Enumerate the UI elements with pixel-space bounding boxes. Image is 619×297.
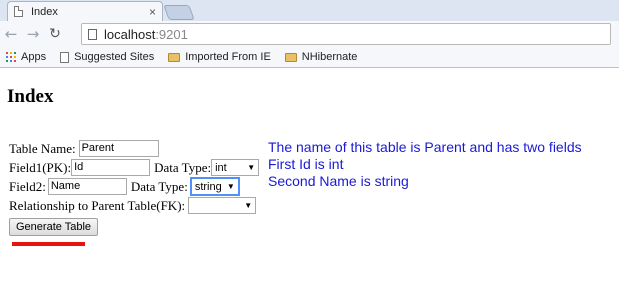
generate-table-button[interactable]: Generate Table	[9, 218, 99, 236]
field1-type-value: int	[215, 161, 227, 174]
bookmark-suggested-sites[interactable]: Suggested Sites	[60, 51, 154, 63]
note-line: First Id is int	[268, 156, 344, 172]
field2-row: Field2: Name Data Type: string ▼	[9, 177, 259, 196]
note-line: Second Name is string	[268, 173, 409, 189]
field2-input[interactable]: Name	[47, 178, 127, 195]
apps-dot	[14, 56, 16, 58]
field1-type-label: Data Type:	[154, 159, 212, 175]
table-name-label: Table Name:	[9, 140, 76, 156]
browser-chrome: Index × ← → ↻ localhost:9201 Apps Sugges…	[0, 0, 619, 68]
new-tab-button[interactable]	[163, 5, 195, 20]
page-icon	[14, 6, 23, 17]
field1-input[interactable]: Id	[71, 159, 151, 176]
relationship-label: Relationship to Parent Table(FK):	[9, 197, 186, 213]
apps-dot	[6, 56, 8, 58]
chevron-down-icon: ▼	[226, 182, 235, 191]
table-form: Table Name: Parent Field1(PK): Id Data T…	[9, 139, 260, 236]
field2-type-label: Data Type:	[130, 178, 188, 194]
page-content: Index Table Name: Parent Field1(PK): Id …	[0, 68, 619, 297]
table-name-input[interactable]: Parent	[78, 140, 159, 157]
apps-dot	[6, 52, 8, 54]
apps-dot	[10, 56, 12, 58]
bookmark-label: NHibernate	[301, 51, 358, 63]
bookmark-nhibernate[interactable]: NHibernate	[284, 51, 358, 63]
back-arrow-icon[interactable]: ←	[0, 23, 22, 45]
apps-dot	[6, 60, 8, 62]
apps-dot	[10, 52, 12, 54]
tab-title: Index	[31, 5, 58, 18]
field1-row: Field1(PK): Id Data Type: int ▼	[9, 158, 260, 177]
bookmark-label: Apps	[21, 51, 47, 63]
field2-label: Field2:	[9, 178, 46, 194]
apps-grid-icon	[6, 52, 16, 62]
relationship-select[interactable]: ▼	[188, 197, 257, 214]
folder-icon	[284, 52, 297, 62]
bookmark-label: Suggested Sites	[74, 51, 155, 63]
url-port: :9201	[155, 26, 188, 42]
table-name-row: Table Name: Parent	[9, 139, 259, 158]
bookmark-apps[interactable]: Apps	[6, 51, 46, 63]
note-line: The name of this table is Parent and has…	[268, 139, 582, 155]
document-icon	[88, 28, 97, 40]
chevron-down-icon: ▼	[244, 201, 253, 210]
chevron-down-icon: ▼	[247, 163, 256, 172]
relationship-row: Relationship to Parent Table(FK): ▼	[9, 196, 259, 215]
page-icon	[60, 51, 70, 63]
field2-type-value: string	[194, 180, 222, 193]
address-bar[interactable]: localhost:9201	[81, 23, 611, 45]
browser-toolbar: ← → ↻ localhost:9201	[0, 21, 619, 47]
bookmark-imported-from-ie[interactable]: Imported From IE	[168, 51, 271, 63]
apps-dot	[10, 60, 12, 62]
field2-type-select[interactable]: string ▼	[190, 178, 239, 195]
forward-arrow-icon[interactable]: →	[22, 23, 44, 45]
apps-dot	[14, 60, 16, 62]
page-title: Index	[7, 86, 54, 107]
bookmark-label: Imported From IE	[185, 51, 271, 63]
annotation-note: The name of this table is Parent and has…	[268, 139, 582, 190]
bookmarks-bar: Apps Suggested Sites Imported From IE NH…	[0, 47, 619, 67]
close-icon[interactable]: ×	[149, 5, 156, 19]
apps-dot	[14, 52, 16, 54]
field1-label: Field1(PK):	[9, 159, 72, 175]
field1-type-select[interactable]: int ▼	[211, 159, 260, 176]
browser-tab[interactable]: Index ×	[7, 1, 163, 21]
folder-icon	[168, 52, 181, 62]
url-host: localhost	[104, 26, 156, 42]
reload-icon[interactable]: ↻	[44, 23, 66, 45]
highlight-underline	[12, 242, 85, 246]
